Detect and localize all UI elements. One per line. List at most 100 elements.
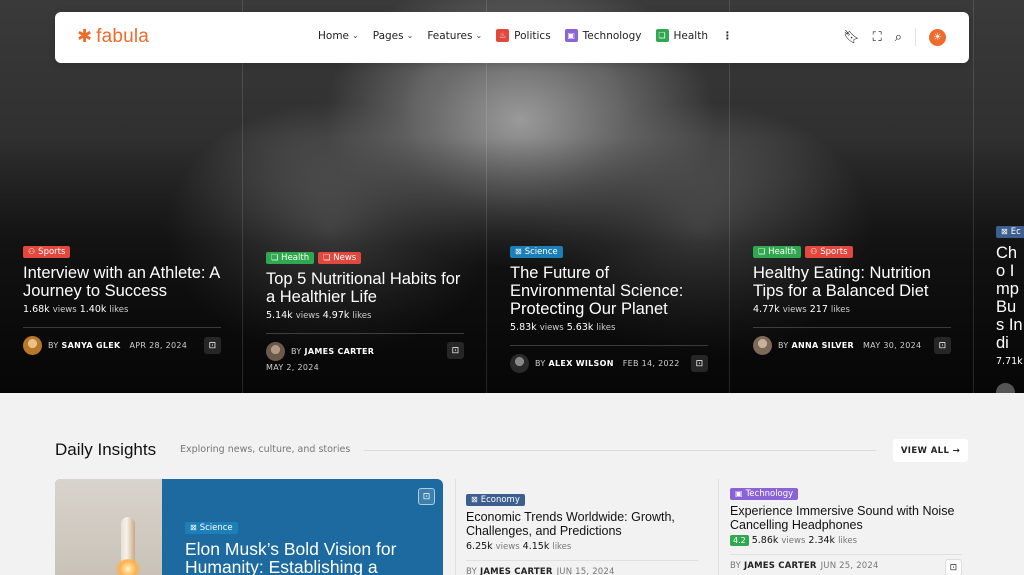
- hero-card-title[interactable]: Cho Imp Bus Indi: [996, 244, 1024, 352]
- theme-toggle-icon[interactable]: ☀: [929, 28, 946, 46]
- divider: [455, 479, 456, 575]
- logo-icon: ✱: [77, 26, 93, 47]
- byline: BY ALEX WILSON FEB 14, 2022 ⊡: [510, 354, 708, 373]
- byline: BY JAMES CARTER JUN 15, 2024: [466, 567, 615, 575]
- top-navigation: ✱ fabula Home ⌄ Pages ⌄ Features ⌄ ♨ Politic…: [55, 12, 969, 63]
- category-tag[interactable]: ▣ Technology: [730, 488, 799, 500]
- hero-card-partial[interactable]: ⊠ Ec Cho Imp Bus Indi 7.71k: [996, 226, 1024, 393]
- bookmark-icon[interactable]: ⊡: [691, 355, 708, 372]
- bookmark-icon[interactable]: ⊡: [418, 488, 435, 505]
- menu-item-pages[interactable]: Pages ⌄: [373, 30, 414, 42]
- tag-icon: ❏: [323, 253, 331, 262]
- category-tag[interactable]: ❏ Health: [753, 246, 802, 258]
- hero-card-stats: 4.77k views 217 likes: [753, 304, 850, 315]
- hero-card-title[interactable]: Healthy Eating: Nutrition Tips for a Bal…: [753, 264, 953, 300]
- menu-item-home[interactable]: Home ⌄: [318, 30, 359, 42]
- flame-image: [115, 559, 141, 575]
- hero-card-stats: 5.83k views 5.63k likes: [510, 322, 616, 333]
- menu-item-politics[interactable]: ♨ Politics: [496, 29, 551, 42]
- article-card[interactable]: ▣ Technology Experience Immersive Sound w…: [730, 481, 962, 575]
- tag-icon: ⊠: [515, 247, 522, 256]
- tag-icon: ⊠: [1001, 227, 1008, 236]
- author-link[interactable]: JAMES CARTER: [744, 561, 817, 571]
- category-tag[interactable]: ⚇ Sports: [805, 246, 853, 258]
- tag-icon: ⚇: [28, 247, 36, 256]
- category-tag[interactable]: ⊠ Ec: [996, 226, 1024, 238]
- logo-text: fabula: [96, 26, 150, 47]
- hero-card-stats: 1.68k views 1.40k likes: [23, 304, 129, 315]
- hero-card[interactable]: ⊠ Science The Future of Environmental Sci…: [510, 246, 710, 373]
- bookmark-icon[interactable]: ⊡: [447, 342, 464, 359]
- category-tag[interactable]: ⚇ Sports: [23, 246, 71, 258]
- divider: [915, 28, 916, 46]
- cart-icon[interactable]: ⛶: [873, 30, 882, 45]
- daily-insights-section: Daily Insights Exploring news, culture, …: [0, 393, 1024, 575]
- hero-divider: [973, 0, 974, 393]
- divider: [753, 327, 951, 328]
- hero-card[interactable]: ❏ Health ❏ News Top 5 Nutritional Habits f…: [266, 252, 466, 372]
- rating-badge: 4.2: [730, 535, 749, 546]
- bookmark-icon[interactable]: ⊡: [934, 337, 951, 354]
- hero-card-title[interactable]: Interview with an Athlete: A Journey to …: [23, 264, 223, 300]
- tag-icon: ❏: [758, 247, 766, 256]
- main-menu: Home ⌄ Pages ⌄ Features ⌄ ♨ Politics ▣ Techno…: [318, 29, 732, 42]
- divider: [364, 450, 876, 451]
- leaf-icon: ❏: [655, 29, 669, 42]
- avatar[interactable]: [510, 354, 529, 373]
- menu-item-technology[interactable]: ▣ Technology: [564, 29, 642, 42]
- bookmark-icon[interactable]: 🔖︎: [843, 30, 860, 45]
- byline: BY JAMES CARTER JUN 25, 2024 ⊡: [730, 559, 962, 575]
- nav-actions: 🔖︎ ⛶ ⌕ ☀: [843, 28, 946, 46]
- tag-icon: ❏: [271, 253, 279, 262]
- tag-icon: ⚇: [810, 247, 818, 256]
- category-tag[interactable]: ❏ Health: [266, 252, 315, 264]
- tag-icon: ⊠: [471, 495, 478, 504]
- article-title[interactable]: Experience Immersive Sound with Noise Ca…: [730, 504, 962, 532]
- author-link[interactable]: SANYA GLEK: [62, 341, 121, 350]
- byline: BY ANNA SILVER MAY 30, 2024 ⊡: [753, 336, 951, 355]
- article-image[interactable]: [55, 479, 162, 575]
- category-tag[interactable]: ❏ News: [318, 252, 362, 264]
- search-icon[interactable]: ⌕: [895, 30, 902, 45]
- author-link[interactable]: JAMES CARTER: [480, 567, 553, 575]
- view-all-button[interactable]: VIEW ALL →: [893, 439, 968, 462]
- author-link[interactable]: ANNA SILVER: [792, 341, 854, 350]
- hero-card[interactable]: ⚇ Sports Interview with an Athlete: A Jou…: [23, 246, 223, 355]
- menu-item-health[interactable]: ❏ Health: [655, 29, 708, 42]
- divider: [730, 554, 962, 555]
- tag-icon: ▣: [735, 489, 743, 498]
- article-stats: 6.25k views 4.15k likes: [466, 541, 572, 552]
- chevron-down-icon: ⌄: [406, 31, 414, 40]
- hero-card-title[interactable]: Top 5 Nutritional Habits for a Healthier…: [266, 270, 466, 306]
- category-tag[interactable]: ⊠ Science: [510, 246, 563, 258]
- chip-icon: ▣: [564, 29, 578, 42]
- category-tag[interactable]: ⊠ Science: [185, 522, 238, 534]
- hero-card-title[interactable]: The Future of Environmental Science: Pro…: [510, 264, 710, 318]
- hero-card-stats: 5.14k views 4.97k likes: [266, 310, 372, 321]
- article-card[interactable]: ⊠ Economy Economic Trends Worldwide: Grow…: [466, 487, 698, 575]
- divider: [23, 327, 221, 328]
- hero-card[interactable]: ❏ Health ⚇ Sports Healthy Eating: Nutritio…: [753, 246, 953, 355]
- avatar[interactable]: [996, 383, 1015, 393]
- divider: [510, 345, 708, 346]
- bookmark-icon[interactable]: ⊡: [945, 559, 962, 575]
- divider: [718, 479, 719, 575]
- divider: [466, 560, 698, 561]
- avatar[interactable]: [753, 336, 772, 355]
- author-link[interactable]: ALEX WILSON: [549, 359, 614, 368]
- avatar[interactable]: [266, 342, 285, 361]
- author-link[interactable]: JAMES CARTER: [305, 347, 375, 356]
- more-menu-icon[interactable]: ⋮: [722, 30, 733, 42]
- article-title[interactable]: Economic Trends Worldwide: Growth, Chall…: [466, 510, 698, 538]
- menu-item-features[interactable]: Features ⌄: [427, 30, 482, 42]
- bookmark-icon[interactable]: ⊡: [204, 337, 221, 354]
- site-logo[interactable]: ✱ fabula: [77, 26, 149, 48]
- featured-article[interactable]: ⊠ Science Elon Musk’s Bold Vision for Hum…: [55, 479, 443, 575]
- section-title: Daily Insights: [55, 440, 157, 459]
- category-tag[interactable]: ⊠ Economy: [466, 494, 525, 506]
- tag-icon: ⊠: [190, 523, 197, 532]
- chevron-down-icon: ⌄: [352, 31, 359, 40]
- avatar[interactable]: [23, 336, 42, 355]
- featured-article-title[interactable]: Elon Musk’s Bold Vision for Humanity: Es…: [185, 540, 425, 575]
- byline: BY JAMES CARTER ⊡ MAY 2, 2024: [266, 342, 464, 372]
